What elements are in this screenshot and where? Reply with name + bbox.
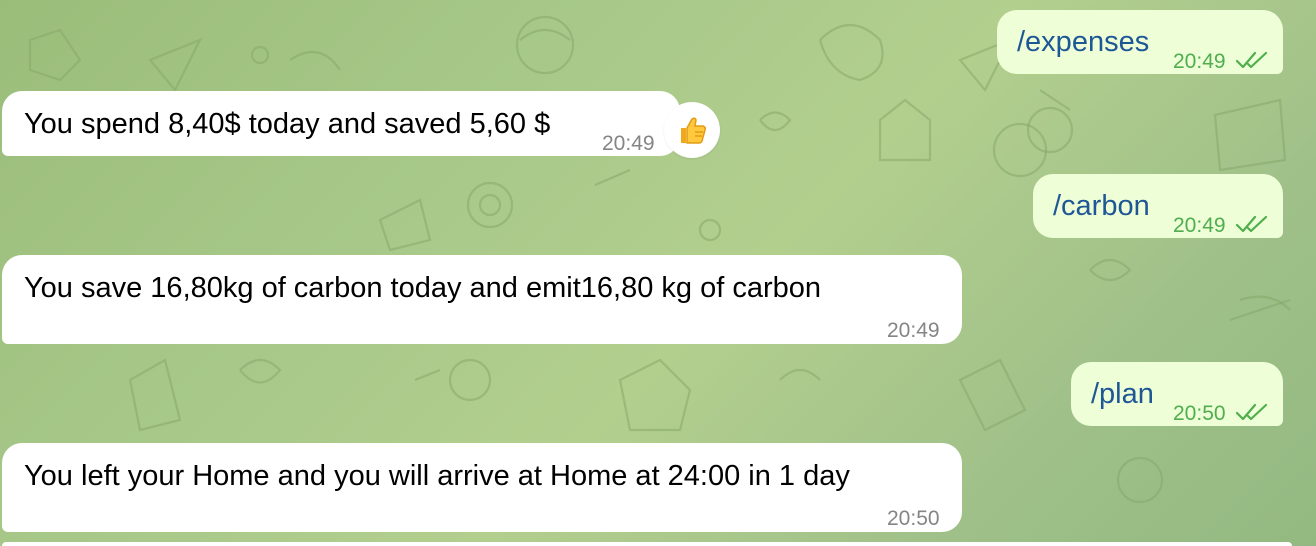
message-time: 20:50 — [887, 507, 940, 530]
message-text: /expenses — [1017, 26, 1150, 58]
outgoing-message[interactable]: /carbon 20:49 — [1033, 174, 1283, 238]
message-text: /plan — [1091, 378, 1154, 410]
message-time: 20:49 — [1173, 50, 1226, 73]
message-text: /carbon — [1053, 190, 1150, 222]
thumbs-up-icon — [681, 117, 706, 144]
incoming-message[interactable]: You save 16,80kg of carbon today and emi… — [2, 255, 962, 344]
message-time: 20:49 — [1173, 214, 1226, 237]
reaction-badge[interactable] — [664, 102, 720, 158]
incoming-message[interactable]: You left your Home and you will arrive a… — [2, 443, 962, 532]
partial-message-edge — [2, 542, 1292, 546]
double-check-icon — [1235, 51, 1268, 69]
message-text: You spend 8,40$ today and saved 5,60 $ — [24, 108, 551, 140]
incoming-message[interactable]: You spend 8,40$ today and saved 5,60 $ 2… — [2, 91, 680, 156]
message-time: 20:50 — [1173, 402, 1226, 425]
message-time: 20:49 — [602, 132, 655, 155]
double-check-icon — [1235, 403, 1268, 421]
message-time: 20:49 — [887, 319, 940, 342]
outgoing-message[interactable]: /expenses 20:49 — [997, 10, 1283, 74]
message-text: You left your Home and you will arrive a… — [24, 460, 850, 492]
double-check-icon — [1235, 215, 1268, 233]
message-text: You save 16,80kg of carbon today and emi… — [24, 272, 821, 304]
outgoing-message[interactable]: /plan 20:50 — [1071, 362, 1283, 426]
